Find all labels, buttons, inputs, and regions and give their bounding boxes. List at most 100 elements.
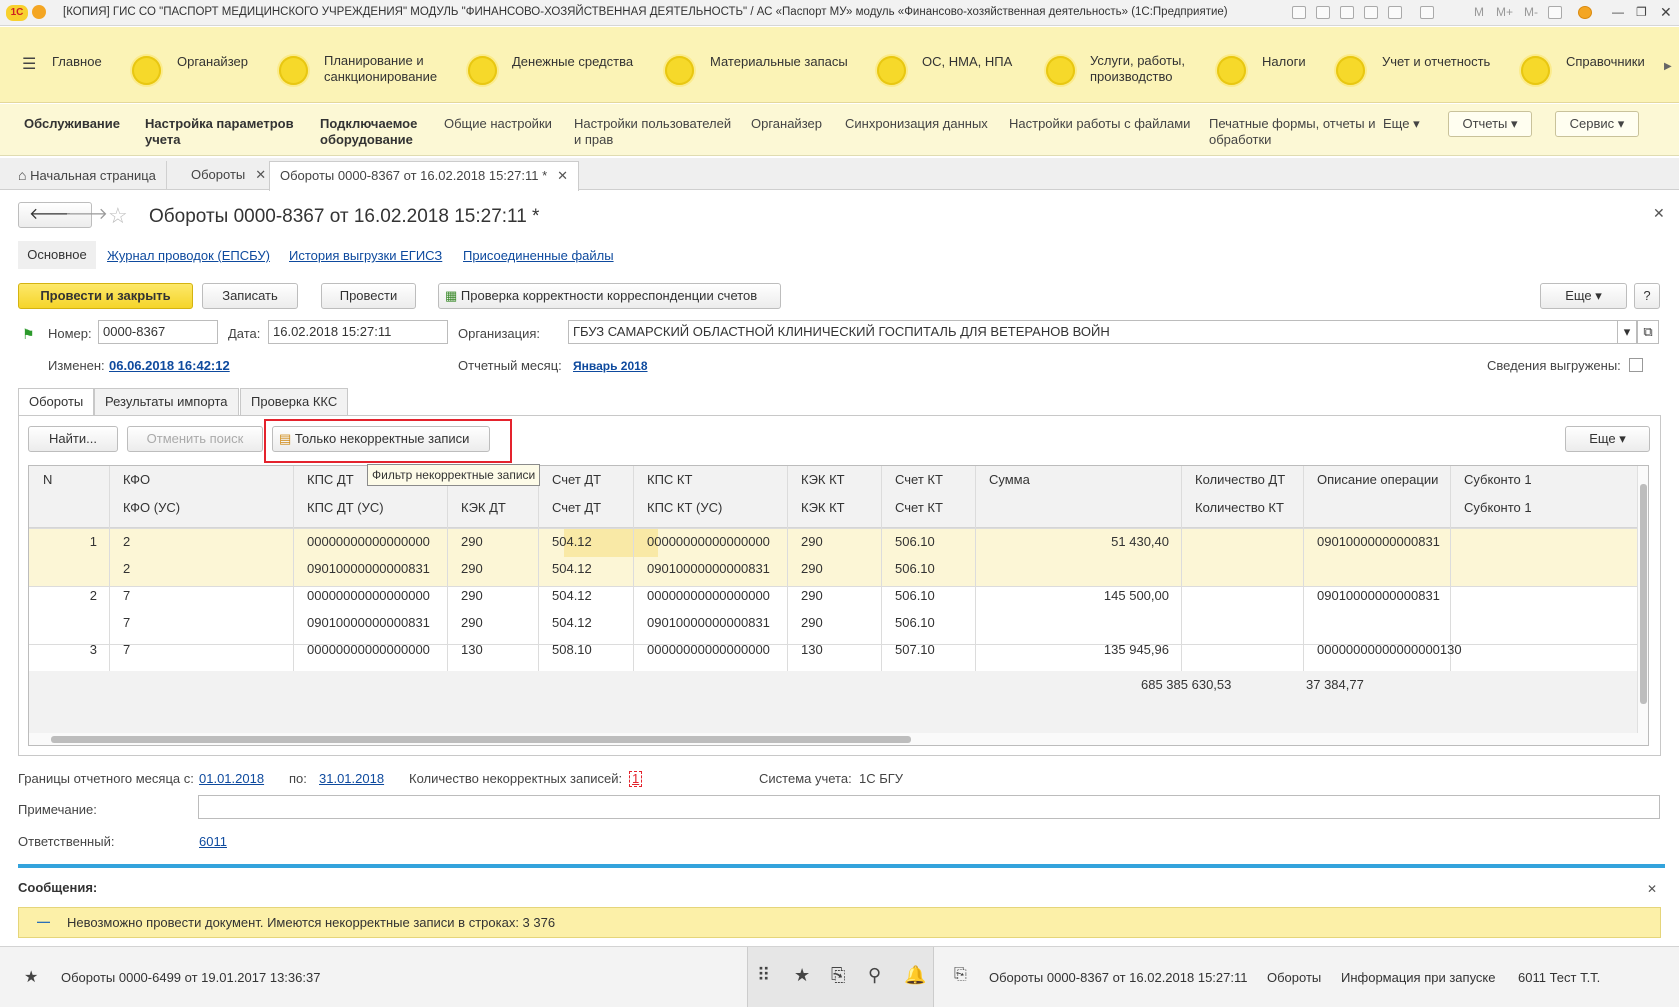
vertical-scroll-thumb[interactable]	[1640, 484, 1647, 704]
forward-arrow-icon[interactable]: 🡒	[65, 203, 108, 227]
section-taxes-icon[interactable]	[1217, 56, 1246, 85]
memory-plus-button[interactable]: M+	[1496, 5, 1513, 19]
attach-icon[interactable]	[1388, 6, 1402, 19]
to-date-link[interactable]: 31.01.2018	[319, 771, 384, 786]
close-messages-icon[interactable]: ✕	[1647, 882, 1657, 896]
cmd-accounting-settings[interactable]: Настройка параметров учета	[145, 116, 305, 148]
section-fixed-assets[interactable]: ОС, НМА, НПА	[922, 54, 1012, 70]
section-accounting-icon[interactable]	[1336, 56, 1365, 85]
section-organizer[interactable]: Органайзер	[177, 54, 248, 70]
cmd-equipment[interactable]: Подключаемое оборудование	[320, 116, 430, 148]
app-logo-icon[interactable]: 1С	[6, 5, 28, 21]
section-money[interactable]: Денежные средства	[512, 54, 633, 70]
menu-icon[interactable]: ☰	[22, 57, 36, 73]
footer-right-doc[interactable]: Обороты 0000-8367 от 16.02.2018 15:27:11	[989, 970, 1247, 985]
note-field[interactable]	[198, 795, 1660, 819]
calendar-icon[interactable]	[1420, 6, 1434, 19]
save-icon[interactable]	[1292, 6, 1306, 19]
from-date-link[interactable]: 01.01.2018	[199, 771, 264, 786]
cmd-file-settings[interactable]: Настройки работы с файлами	[1009, 116, 1190, 132]
cmd-more[interactable]: Еще ▾	[1383, 116, 1420, 132]
help-button[interactable]: ?	[1634, 283, 1660, 309]
mail-icon[interactable]	[1364, 6, 1378, 19]
memory-minus-button[interactable]: M-	[1524, 5, 1538, 19]
write-button[interactable]: Записать	[202, 283, 298, 309]
section-materials[interactable]: Материальные запасы	[710, 54, 848, 70]
nav-main[interactable]: Основное	[18, 241, 96, 269]
vertical-scrollbar[interactable]	[1637, 466, 1648, 733]
changed-date-link[interactable]: 06.06.2018 16:42:12	[109, 358, 230, 373]
org-field[interactable]: ГБУЗ САМАРСКИЙ ОБЛАСТНОЙ КЛИНИЧЕСКИЙ ГОС…	[568, 320, 1618, 344]
cmd-user-settings[interactable]: Настройки пользователей и прав	[574, 116, 734, 148]
cancel-search-button[interactable]: Отменить поиск	[127, 426, 263, 452]
history-icon[interactable]: ⎘	[831, 965, 845, 986]
check-correspondence-button[interactable]: ▦ Проверка корректности корреспонденции …	[438, 283, 781, 309]
cmd-general-settings[interactable]: Общие настройки	[444, 116, 552, 132]
cmd-print-forms[interactable]: Печатные формы, отчеты и обработки	[1209, 116, 1379, 148]
post-button[interactable]: Провести	[321, 283, 416, 309]
footer-user[interactable]: 6011 Тест Т.Т.	[1518, 970, 1600, 985]
section-accounting[interactable]: Учет и отчетность	[1382, 54, 1490, 70]
section-organizer-icon[interactable]	[132, 56, 161, 85]
minimize-button[interactable]: —	[1612, 5, 1624, 19]
link-egisz-history[interactable]: История выгрузки ЕГИСЗ	[289, 248, 442, 263]
tab-turnovers-inner[interactable]: Обороты	[18, 388, 95, 416]
memory-button[interactable]: M	[1474, 5, 1484, 19]
post-and-close-button[interactable]: Провести и закрыть	[18, 283, 193, 309]
tab-turnover-document[interactable]: Обороты 0000-8367 от 16.02.2018 15:27:11…	[269, 161, 580, 191]
date-field[interactable]: 16.02.2018 15:27:11	[268, 320, 448, 344]
org-dropdown-button[interactable]: ▾	[1617, 320, 1637, 344]
exported-checkbox[interactable]	[1629, 358, 1643, 372]
find-button[interactable]: Найти...	[28, 426, 118, 452]
favorite-star-icon[interactable]: ☆	[108, 203, 128, 229]
cmd-service[interactable]: Обслуживание	[24, 116, 120, 132]
section-services-icon[interactable]	[1046, 56, 1075, 85]
search-icon[interactable]: ⚲	[868, 965, 881, 986]
section-planning-icon[interactable]	[279, 56, 308, 85]
section-directories[interactable]: Справочники	[1566, 54, 1645, 70]
main-menu-icon[interactable]	[32, 5, 46, 19]
close-window-button[interactable]: ✕	[1660, 4, 1672, 21]
section-materials-icon[interactable]	[665, 56, 694, 85]
footer-link-startup-info[interactable]: Информация при запуске	[1341, 970, 1496, 985]
section-money-icon[interactable]	[468, 56, 497, 85]
section-directories-icon[interactable]	[1521, 56, 1550, 85]
responsible-link[interactable]: 6011	[199, 834, 227, 849]
restore-button[interactable]: ❐	[1636, 5, 1647, 19]
notifications-icon[interactable]: 🔔	[904, 965, 926, 986]
tab-import-results[interactable]: Результаты импорта	[94, 388, 239, 416]
tab-turnovers[interactable]: Обороты ✕	[181, 161, 278, 190]
favorites-icon[interactable]: ★	[794, 965, 810, 986]
cmd-organizer[interactable]: Органайзер	[751, 116, 822, 132]
close-tab-icon[interactable]: ✕	[557, 168, 568, 183]
panels-icon[interactable]	[1548, 6, 1562, 19]
section-planning[interactable]: Планирование и санкционирование	[324, 53, 444, 85]
footer-link-turnovers[interactable]: Обороты	[1267, 970, 1321, 985]
link-attached-files[interactable]: Присоединенные файлы	[463, 248, 614, 263]
tab-home[interactable]: ⌂ Начальная страница	[8, 161, 167, 190]
section-services[interactable]: Услуги, работы, производство	[1090, 53, 1200, 85]
message-item[interactable]: — Невозможно провести документ. Имеются …	[18, 907, 1661, 938]
org-open-button[interactable]: ⧉	[1637, 320, 1659, 344]
service-button[interactable]: Сервис ▾	[1555, 111, 1639, 137]
preview-icon[interactable]	[1340, 6, 1354, 19]
section-taxes[interactable]: Налоги	[1262, 54, 1306, 70]
horizontal-scrollbar[interactable]	[29, 733, 1648, 745]
number-field[interactable]: 0000-8367	[98, 320, 218, 344]
favorite-icon[interactable]: ★	[24, 967, 38, 987]
cmd-sync[interactable]: Синхронизация данных	[845, 116, 988, 132]
grid-apps-icon[interactable]: ⠿	[757, 965, 770, 986]
info-icon[interactable]	[1578, 6, 1592, 19]
footer-left-doc[interactable]: Обороты 0000-6499 от 19.01.2017 13:36:37	[61, 970, 320, 985]
close-tab-icon[interactable]: ✕	[255, 167, 266, 182]
scroll-right-icon[interactable]: ▶	[1664, 59, 1672, 75]
close-form-icon[interactable]: ✕	[1653, 205, 1665, 222]
print-icon[interactable]	[1316, 6, 1330, 19]
more-button[interactable]: Еще ▾	[1540, 283, 1627, 309]
section-fixed-assets-icon[interactable]	[877, 56, 906, 85]
reports-button[interactable]: Отчеты ▾	[1448, 111, 1532, 137]
grid-more-button[interactable]: Еще ▾	[1565, 426, 1650, 452]
section-main[interactable]: Главное	[52, 54, 102, 70]
incorrect-count-value[interactable]: 1	[629, 771, 643, 787]
tab-kks-check[interactable]: Проверка ККС	[240, 388, 349, 416]
